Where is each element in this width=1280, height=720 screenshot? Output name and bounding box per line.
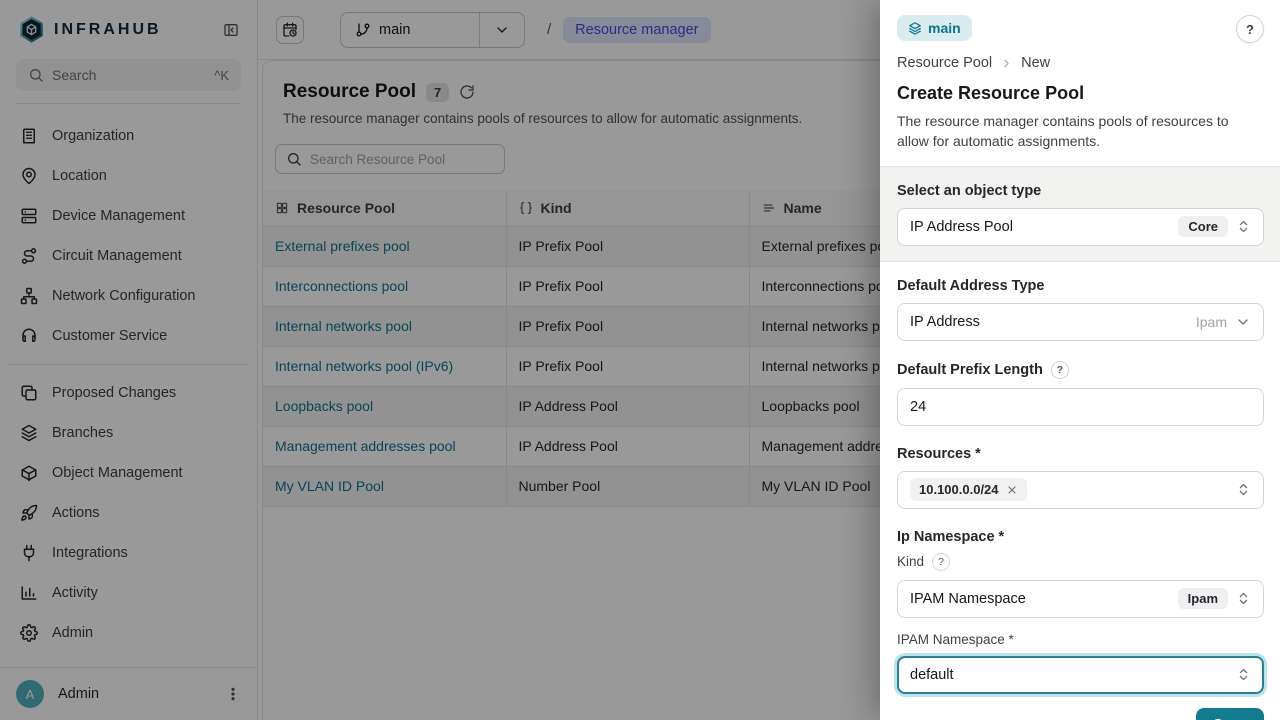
default-address-type-select[interactable]: IP Address Ipam xyxy=(897,303,1264,341)
modal-overlay[interactable] xyxy=(0,0,880,720)
object-type-badge: Core xyxy=(1178,216,1228,237)
kind-badge: Ipam xyxy=(1178,588,1228,609)
breadcrumb-current: New xyxy=(1021,55,1050,71)
object-type-section: Select an object type IP Address Pool Co… xyxy=(880,166,1280,262)
ipam-namespace-value: default xyxy=(910,667,1228,683)
chevrons-up-down-icon xyxy=(1236,591,1251,606)
default-address-type-hint: Ipam xyxy=(1196,314,1227,330)
drawer-actions: Save xyxy=(880,708,1280,720)
drawer-title: Create Resource Pool xyxy=(897,83,1264,104)
help-icon[interactable]: ? xyxy=(932,553,950,571)
ipam-namespace-select[interactable]: default xyxy=(897,656,1264,694)
ipam-namespace-label: IPAM Namespace * xyxy=(897,632,1264,647)
drawer-form: Default Address Type IP Address Ipam Def… xyxy=(880,262,1280,708)
object-type-value: IP Address Pool xyxy=(910,219,1170,235)
drawer-description: The resource manager contains pools of r… xyxy=(897,111,1253,152)
layers-icon xyxy=(908,21,922,35)
object-type-label: Select an object type xyxy=(897,183,1264,199)
chevrons-up-down-icon xyxy=(1236,482,1251,497)
drawer-header: main ? Resource Pool New Create Resource… xyxy=(880,0,1280,166)
default-address-type-value: IP Address xyxy=(910,314,1188,330)
breadcrumb-parent[interactable]: Resource Pool xyxy=(897,55,992,71)
object-type-select[interactable]: IP Address Pool Core xyxy=(897,208,1264,246)
default-prefix-length-input[interactable] xyxy=(897,388,1264,426)
help-button[interactable]: ? xyxy=(1236,15,1264,43)
resource-chip: 10.100.0.0/24 xyxy=(910,478,1027,501)
help-icon[interactable]: ? xyxy=(1051,361,1069,379)
create-resource-pool-drawer: main ? Resource Pool New Create Resource… xyxy=(880,0,1280,720)
drawer-breadcrumb: Resource Pool New xyxy=(897,55,1264,71)
branch-badge-label: main xyxy=(928,20,961,36)
ip-namespace-group-label: Ip Namespace * xyxy=(897,529,1264,545)
resource-chip-label: 10.100.0.0/24 xyxy=(919,482,999,497)
kind-value: IPAM Namespace xyxy=(910,591,1170,607)
chevron-down-icon xyxy=(1235,314,1251,330)
kind-label: Kind ? xyxy=(897,553,1264,571)
resources-multiselect[interactable]: 10.100.0.0/24 xyxy=(897,471,1264,509)
chevron-right-icon xyxy=(1000,57,1013,70)
chevrons-up-down-icon xyxy=(1236,219,1251,234)
default-prefix-length-label: Default Prefix Length ? xyxy=(897,361,1264,379)
kind-select[interactable]: IPAM Namespace Ipam xyxy=(897,580,1264,618)
default-address-type-label: Default Address Type xyxy=(897,278,1264,294)
app-root: INFRAHUB Search ^K OrganizationLocationD… xyxy=(0,0,1280,720)
chevrons-up-down-icon xyxy=(1236,667,1251,682)
remove-chip-icon[interactable] xyxy=(1006,484,1018,496)
save-button[interactable]: Save xyxy=(1196,708,1264,720)
resources-label: Resources * xyxy=(897,446,1264,462)
branch-badge: main xyxy=(897,15,972,41)
